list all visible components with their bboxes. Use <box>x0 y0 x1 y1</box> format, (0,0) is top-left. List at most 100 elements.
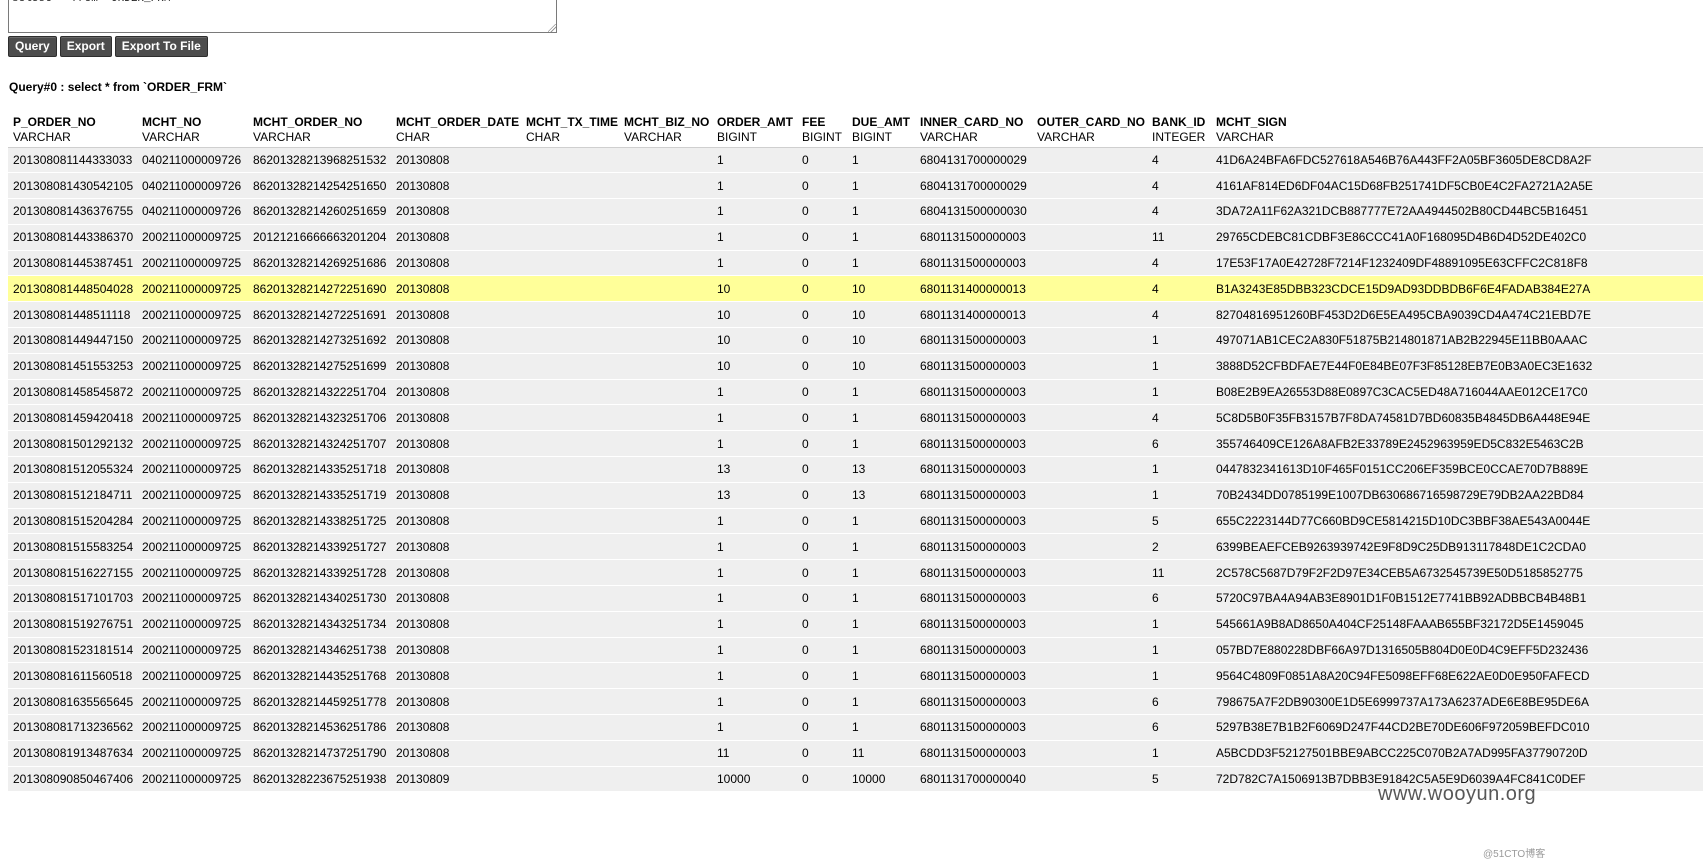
table-cell-mcht-order-no: 86201328214435251768 <box>248 662 391 690</box>
column-header-fee: FEE BIGINT <box>797 112 847 148</box>
table-row[interactable]: 201308081517101703 200211000009725 8620132… <box>8 585 1703 612</box>
table-cell-mcht-order-date: 20130808 <box>391 327 521 354</box>
resize-handle-icon[interactable] <box>548 24 556 32</box>
table-row[interactable]: 201308081515204284 200211000009725 8620132… <box>8 507 1703 535</box>
table-cell-outer-card-no <box>1032 610 1147 638</box>
table-cell-inner-card-no: 6801131500000003 <box>915 352 1032 380</box>
column-header-order-amt: ORDER_AMT BIGINT <box>712 112 797 148</box>
table-cell-bank-id: 1 <box>1147 352 1211 380</box>
table-cell-mcht-tx-time <box>521 301 619 329</box>
table-cell-due-amt: 1 <box>847 714 915 741</box>
table-cell-bank-id: 6 <box>1147 585 1211 612</box>
table-cell-mcht-tx-time <box>521 585 619 612</box>
table-cell-outer-card-no <box>1032 301 1147 329</box>
table-row[interactable]: 201308081512055324 200211000009725 8620132… <box>8 456 1703 483</box>
query-result-title: Query#0 : select * from `ORDER_FRM` <box>9 80 228 94</box>
table-cell-mcht-biz-no <box>619 636 712 664</box>
sql-query-editor[interactable]: select * from `ORDER_FRM` <box>8 0 557 33</box>
table-cell-inner-card-no: 6804131700000029 <box>915 146 1032 174</box>
table-cell-mcht-sign: 6399BEAEFCEB9263939742E9F8D9C25DB9131178… <box>1211 533 1703 561</box>
table-cell-p-order-no: 201308081448511118 <box>8 301 137 329</box>
table-cell-due-amt: 1 <box>847 662 915 690</box>
table-row[interactable]: 201308081451553253 200211000009725 8620132… <box>8 352 1703 380</box>
table-cell-order-amt: 1 <box>712 378 797 406</box>
table-cell-mcht-no: 200211000009725 <box>137 249 248 277</box>
table-cell-mcht-sign: 29765CDEBC81CDBF3E86CCC41A0F168095D4B6D4… <box>1211 223 1703 251</box>
column-type: VARCHAR <box>1037 130 1095 144</box>
table-row[interactable]: 201308081445387451 200211000009725 8620132… <box>8 249 1703 277</box>
table-cell-due-amt: 13 <box>847 456 915 483</box>
table-row[interactable]: 201308081913487634 200211000009725 8620132… <box>8 739 1703 767</box>
table-cell-mcht-tx-time <box>521 636 619 664</box>
table-cell-mcht-biz-no <box>619 404 712 432</box>
table-cell-bank-id: 4 <box>1147 146 1211 174</box>
table-cell-mcht-order-no: 86201328214737251790 <box>248 739 391 767</box>
table-cell-inner-card-no: 6801131400000013 <box>915 301 1032 329</box>
query-button[interactable]: Query <box>8 36 57 57</box>
table-cell-p-order-no: 201308081519276751 <box>8 610 137 638</box>
table-row[interactable]: 201308081515583254 200211000009725 8620132… <box>8 533 1703 561</box>
table-row[interactable]: 201308081436376755 040211000009726 8620132… <box>8 198 1703 225</box>
table-cell-order-amt: 1 <box>712 533 797 561</box>
table-cell-order-amt: 1 <box>712 714 797 741</box>
table-row[interactable]: 201308081448511118 200211000009725 8620132… <box>8 301 1703 329</box>
table-cell-outer-card-no <box>1032 404 1147 432</box>
table-cell-mcht-order-no: 86201328214335251719 <box>248 481 391 509</box>
table-row[interactable]: 201308081448504028 200211000009725 8620132… <box>8 275 1703 303</box>
table-cell-mcht-no: 040211000009726 <box>137 198 248 225</box>
column-name: P_ORDER_NO <box>13 115 96 129</box>
table-cell-mcht-tx-time <box>521 662 619 690</box>
table-cell-mcht-biz-no <box>619 688 712 716</box>
table-body: 201308081144333033 040211000009726 8620132… <box>8 146 1703 793</box>
table-row[interactable]: 201308081449447150 200211000009725 8620132… <box>8 327 1703 354</box>
table-cell-p-order-no: 201308081443386370 <box>8 223 137 251</box>
table-cell-fee: 0 <box>797 223 847 251</box>
table-cell-mcht-tx-time <box>521 249 619 277</box>
table-cell-inner-card-no: 6801131500000003 <box>915 714 1032 741</box>
table-cell-mcht-tx-time <box>521 430 619 458</box>
table-row[interactable]: 201308081144333033 040211000009726 8620132… <box>8 146 1703 174</box>
table-cell-mcht-biz-no <box>619 430 712 458</box>
table-row[interactable]: 201308081458545872 200211000009725 8620132… <box>8 378 1703 406</box>
table-row[interactable]: 201308081611560518 200211000009725 8620132… <box>8 662 1703 690</box>
table-cell-order-amt: 1 <box>712 223 797 251</box>
table-cell-order-amt: 1 <box>712 507 797 535</box>
table-cell-inner-card-no: 6801131500000003 <box>915 223 1032 251</box>
table-cell-bank-id: 11 <box>1147 223 1211 251</box>
table-cell-mcht-sign: B08E2B9EA26553D88E0897C3CAC5ED48A716044A… <box>1211 378 1703 406</box>
watermark-text: www.wooyun.org <box>1378 783 1537 805</box>
table-cell-mcht-biz-no <box>619 714 712 741</box>
table-cell-mcht-tx-time <box>521 146 619 174</box>
table-row[interactable]: 201308081519276751 200211000009725 8620132… <box>8 610 1703 638</box>
column-header-mcht-tx-time: MCHT_TX_TIME CHAR <box>521 112 619 148</box>
table-cell-mcht-order-date: 20130808 <box>391 481 521 509</box>
table-cell-mcht-biz-no <box>619 172 712 200</box>
table-cell-outer-card-no <box>1032 507 1147 535</box>
table-row[interactable]: 201308081459420418 200211000009725 8620132… <box>8 404 1703 432</box>
table-row[interactable]: 201308081512184711 200211000009725 8620132… <box>8 481 1703 509</box>
table-cell-mcht-sign: 3DA72A11F62A321DCB887777E72AA4944502B80C… <box>1211 198 1703 225</box>
table-cell-mcht-order-date: 20130808 <box>391 198 521 225</box>
table-cell-p-order-no: 201308081635565645 <box>8 688 137 716</box>
column-type: VARCHAR <box>624 130 682 144</box>
table-row[interactable]: 201308081516227155 200211000009725 8620132… <box>8 559 1703 587</box>
table-row[interactable]: 201308081523181514 200211000009725 8620132… <box>8 636 1703 664</box>
table-row[interactable]: 201308081501292132 200211000009725 8620132… <box>8 430 1703 458</box>
table-row[interactable]: 201308081443386370 200211000009725 2012121… <box>8 223 1703 251</box>
table-row[interactable]: 201308081713236562 200211000009725 8620132… <box>8 714 1703 741</box>
table-cell-mcht-order-no: 86201328214340251730 <box>248 585 391 612</box>
table-cell-mcht-no: 200211000009725 <box>137 559 248 587</box>
table-cell-mcht-order-no: 86201328214273251692 <box>248 327 391 354</box>
table-row[interactable]: 201308081635565645 200211000009725 8620132… <box>8 688 1703 716</box>
export-button[interactable]: Export <box>59 36 112 57</box>
table-cell-inner-card-no: 6801131500000003 <box>915 430 1032 458</box>
table-row[interactable]: 201308081430542105 040211000009726 8620132… <box>8 172 1703 200</box>
export-to-file-button[interactable]: Export To File <box>114 36 208 57</box>
table-cell-mcht-order-date: 20130808 <box>391 636 521 664</box>
table-cell-mcht-biz-no <box>619 378 712 406</box>
table-cell-inner-card-no: 6801131500000003 <box>915 610 1032 638</box>
table-cell-fee: 0 <box>797 456 847 483</box>
table-cell-p-order-no: 201308081516227155 <box>8 559 137 587</box>
table-cell-mcht-tx-time <box>521 481 619 509</box>
column-type: CHAR <box>396 130 431 144</box>
